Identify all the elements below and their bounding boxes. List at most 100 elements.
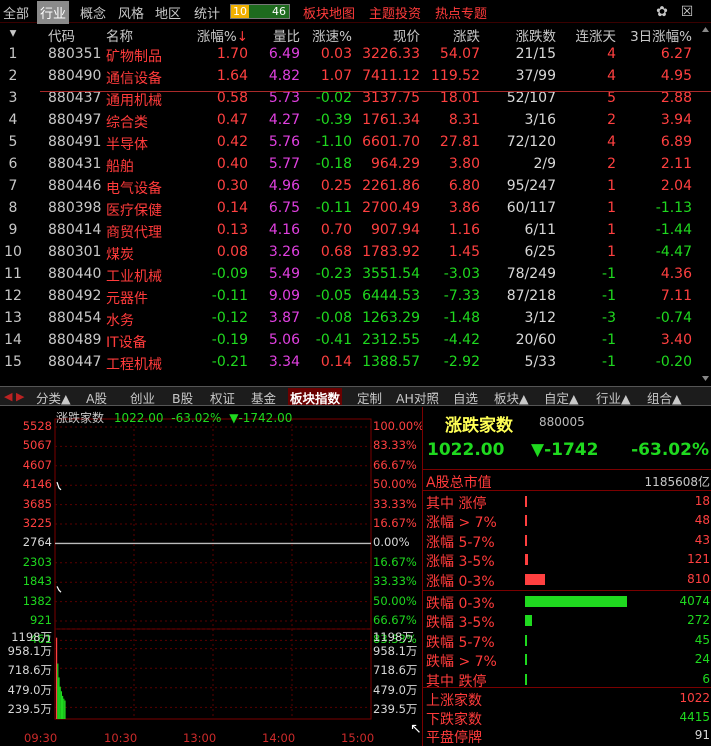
table-scrollbar[interactable]: [700, 24, 711, 384]
row-index: 3: [8, 90, 18, 106]
nav-tab-5[interactable]: 统计: [194, 3, 220, 22]
change-pct: 0.42: [216, 134, 248, 150]
updown-count: 6/11: [524, 222, 556, 238]
header-speed[interactable]: 涨速%: [304, 25, 352, 45]
row-index: 4: [8, 112, 18, 128]
market-tab-5[interactable]: 基金: [249, 388, 278, 406]
sort-arrow-icon[interactable]: ▾: [0, 25, 26, 41]
market-tab-6[interactable]: 板块指数: [288, 388, 343, 406]
y-axis-right-label: 0.00%: [373, 535, 410, 550]
table-row[interactable]: 8 880398 医疗保健 0.14 6.75 -0.11 2700.49 3.86 60/11…: [0, 198, 711, 220]
table-row[interactable]: 5 880491 半导体 0.42 5.76 -1.10 6601.70 27.81 72/12…: [0, 132, 711, 154]
market-tab-0[interactable]: 分类▲: [34, 388, 73, 406]
stat-label: 跌幅 5-7%: [426, 634, 495, 651]
panel-pct: -63.02%: [631, 440, 709, 460]
stat-row: 跌幅 > 7% 24: [423, 650, 711, 670]
change-pct: -0.09: [211, 266, 248, 282]
stat-bar: [525, 573, 546, 585]
chart-title-bar: 涨跌家数 1022.00 -63.02% ▼-1742.00: [56, 409, 292, 426]
volume-ratio: 5.73: [268, 90, 300, 106]
table-row[interactable]: 11 880440 工业机械 -0.09 5.49 -0.23 3551.54 -3.03 78…: [0, 264, 711, 286]
header-volume-ratio[interactable]: 量比: [254, 25, 300, 45]
y-axis-right-label: 33.33%: [373, 574, 417, 589]
table-row[interactable]: 1 880351 矿物制品 1.70 6.49 0.03 3226.33 54.07 21/15…: [0, 44, 711, 66]
header-name[interactable]: 名称: [106, 25, 186, 45]
updown: 27.81: [439, 134, 480, 150]
header-consec-days[interactable]: 连涨天: [560, 25, 617, 45]
info-panel: 涨跌家数 880005 1022.00 ▼-1742 -63.02% A股总市值…: [422, 407, 711, 746]
market-tab-4[interactable]: 权证: [208, 388, 237, 406]
tab-scroll-right-icon[interactable]: ▶: [16, 390, 24, 403]
stat-label: 涨幅 3-5%: [426, 554, 495, 571]
change-pct: 0.08: [216, 244, 248, 260]
nav-tab-4[interactable]: 地区: [155, 3, 181, 22]
header-updown-count[interactable]: 涨跌数: [484, 25, 557, 45]
market-tab-2[interactable]: 创业: [128, 388, 157, 406]
summary-row: 平盘停牌 91: [423, 726, 711, 746]
market-tab-9[interactable]: 自选: [451, 388, 480, 406]
table-row[interactable]: 2 880490 通信设备 1.64 4.82 1.07 7411.12 119.52 37/9…: [0, 66, 711, 88]
settings-icon[interactable]: ✿: [654, 4, 670, 20]
close-icon[interactable]: ☒: [679, 4, 695, 20]
market-tab-10[interactable]: 板块▲: [492, 388, 531, 406]
header-updown[interactable]: 涨跌: [424, 25, 480, 45]
nav-tab-6[interactable]: 板块地图: [303, 3, 355, 22]
updown-count-chart[interactable]: 涨跌家数 1022.00 -63.02% ▼-1742.00 5528 5067 4…: [0, 407, 424, 746]
consec-days: 1: [607, 222, 616, 238]
nav-tab-7[interactable]: 主题投资: [369, 3, 421, 22]
market-tab-8[interactable]: AH对照: [394, 388, 441, 406]
volume-ratio: 6.75: [268, 200, 300, 216]
price: 7411.12: [362, 68, 420, 84]
market-tab-1[interactable]: A股: [84, 388, 109, 406]
nav-tab-8[interactable]: 热点专题: [435, 3, 487, 22]
updown: 3.86: [448, 200, 480, 216]
header-change-pct[interactable]: 涨幅%↓: [190, 25, 248, 45]
series-line-0: [56, 481, 62, 491]
chart-canvas: [54, 418, 372, 720]
table-row[interactable]: 12 880492 元器件 -0.11 9.09 -0.05 6444.53 -7.33 87/…: [0, 286, 711, 308]
table-row[interactable]: 9 880414 商贸代理 0.13 4.16 0.70 907.94 1.16 6/11 1 -1…: [0, 220, 711, 242]
nav-tab-2[interactable]: 概念: [80, 3, 106, 22]
stat-bar: [525, 496, 527, 507]
panel-market-cap: A股总市值 1185608亿: [423, 471, 711, 491]
market-tab-7[interactable]: 定制: [355, 388, 384, 406]
market-tab-11[interactable]: 自定▲: [542, 388, 581, 406]
volume-ratio: 6.49: [268, 46, 300, 62]
nav-tab-1[interactable]: 行业: [37, 1, 70, 24]
table-row[interactable]: 14 880489 IT设备 -0.19 5.06 -0.41 2312.55 -4.42 20…: [0, 330, 711, 352]
three-day-change: -0.20: [655, 354, 692, 370]
sector-name: 船舶: [106, 159, 134, 175]
updown: 8.31: [448, 112, 480, 128]
tab-scroll-left-icon[interactable]: ◀: [4, 390, 12, 403]
change-pct: -0.12: [211, 310, 248, 326]
price: 2700.49: [362, 200, 420, 216]
updown: -7.33: [443, 288, 480, 304]
market-tab-13[interactable]: 组合▲: [645, 388, 684, 406]
table-row[interactable]: 6 880431 船舶 0.40 5.77 -0.18 964.29 3.80 2/9 2 2.11: [0, 154, 711, 176]
market-cap-label: A股总市值: [426, 475, 492, 491]
header-3day-change[interactable]: 3日涨幅%: [620, 25, 692, 45]
table-row[interactable]: 7 880446 电气设备 0.30 4.96 0.25 2261.86 6.80 95/247…: [0, 176, 711, 198]
market-tab-12[interactable]: 行业▲: [594, 388, 633, 406]
row-index: 11: [4, 266, 22, 282]
row-index: 2: [8, 68, 18, 84]
y-axis-left-label: 4607: [22, 457, 52, 472]
change-pct: 0.47: [216, 112, 248, 128]
speed-pct: 0.68: [320, 244, 352, 260]
header-price[interactable]: 现价: [356, 25, 420, 45]
table-row[interactable]: 10 880301 煤炭 0.08 3.26 0.68 1783.92 1.45 6/25 1 -4…: [0, 242, 711, 264]
header-code[interactable]: 代码: [48, 25, 100, 45]
table-header: ▾ 代码 名称 涨幅%↓ 量比 涨速% 现价 涨跌 涨跌数 连涨天 3日涨幅%: [0, 24, 711, 45]
updown: 3.80: [448, 156, 480, 172]
nav-tab-3[interactable]: 风格: [118, 3, 144, 22]
nav-tab-0[interactable]: 全部: [3, 3, 29, 22]
market-tab-3[interactable]: B股: [170, 388, 195, 406]
sector-name: 综合类: [106, 115, 148, 131]
table-row[interactable]: 13 880454 水务 -0.12 3.87 -0.08 1263.29 -1.48 3/12…: [0, 308, 711, 330]
sector-name: IT设备: [106, 335, 147, 351]
table-row[interactable]: 4 880497 综合类 0.47 4.27 -0.39 1761.34 8.31 3/16 2 3…: [0, 110, 711, 132]
table-row[interactable]: 15 880447 工程机械 -0.21 3.34 0.14 1388.57 -2.92 5/3…: [0, 352, 711, 374]
updown: 18.01: [439, 90, 480, 106]
y-axis-left-label: 718.6万: [7, 663, 52, 678]
sector-code: 880431: [48, 156, 102, 172]
